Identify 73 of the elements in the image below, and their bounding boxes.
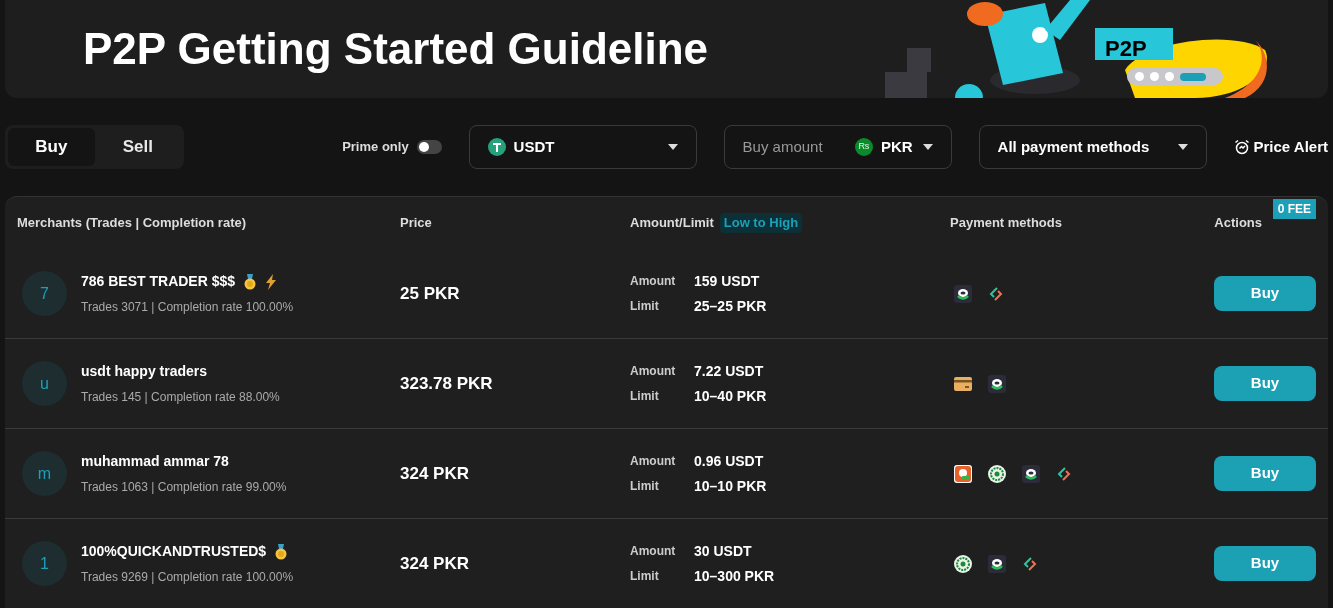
currency-symbol: Rs [854,138,873,156]
merchant-avatar: m [22,451,67,496]
amount-label: Amount [630,453,677,470]
merchant-stats: Trades 3071 | Completion rate 100.00% [81,299,294,316]
trade-type-tab[interactable]: Buy [8,128,95,166]
medal-icon [243,273,258,290]
coin-icon [487,138,506,156]
asset-value: USDT [513,136,556,157]
limit-value: 10–40 PKR [694,386,768,406]
currency-value: PKR [880,136,913,157]
limit-value: 25–25 PKR [694,296,768,316]
swirl-icon [988,285,1004,302]
column-header: Price [400,214,433,233]
lightning-icon [265,273,278,290]
payment-method-value: All payment methods [997,136,1151,157]
seal-icon [988,464,1006,483]
merchant-name[interactable]: 786 BEST TRADER $$$ [81,271,236,292]
banner-title: P2P Getting Started Guideline [83,23,709,75]
price-cell-text: 25 PKR [400,282,461,305]
bank-card-icon [954,376,972,391]
merchant-name[interactable]: usdt happy traders [81,361,208,382]
swirl-icon [1056,465,1072,482]
limit-value: 10–10 PKR [694,476,768,496]
wallet-app-icon [954,464,972,483]
merchant-name[interactable]: 100%QUICKANDTRUSTED$ [81,541,267,562]
seal-icon [954,554,972,573]
price-cell-text: 323.78 PKR [400,372,494,395]
ring-icon [988,374,1006,393]
merchant-stats: Trades 145 | Completion rate 88.00% [81,389,280,406]
caret-icon [1177,144,1188,150]
ring-icon [988,554,1006,573]
column-header: Actions [1214,214,1262,233]
column-header: Merchants (Trades | Completion rate) [17,214,248,233]
price-cell-text: 324 PKR [400,462,470,485]
ring-icon [1022,464,1040,483]
sort-order-toggle[interactable]: Low to High [719,213,803,233]
alarm-clock-icon [1233,139,1250,155]
merchant-stats: Trades 9269 | Completion rate 100.00% [81,569,294,586]
payment-method-dropdown[interactable]: All payment methods [978,125,1207,169]
limit-label: Limit [630,568,660,585]
limit-label: Limit [630,478,660,495]
amount-value: 7.22 USDT [694,361,765,381]
column-header: Amount/Limit [630,214,714,233]
merchant-avatar: 7 [22,271,67,316]
amount-label: Amount [630,543,677,560]
amount-label: Amount [630,363,677,380]
amount-field[interactable]: Buy amount Rs PKR [723,125,952,169]
merchant-name[interactable]: muhammad ammar 78 [81,451,229,472]
merchant-stats: Trades 1063 | Completion rate 99.00% [81,479,287,496]
merchant-avatar: u [22,361,67,406]
limit-label: Limit [630,388,660,405]
caret-icon [667,144,678,150]
prime-only-label: Prime only [342,138,409,157]
amount-value: 0.96 USDT [694,451,765,471]
banner-label: P2P [1105,35,1147,63]
limit-label: Limit [630,298,660,315]
fee-tag: 0 FEE [1272,199,1316,220]
swirl-icon [1022,555,1038,572]
limit-value: 10–300 PKR [694,566,776,586]
ring-icon [954,284,972,303]
column-header: Payment methods [950,214,1063,233]
medal-icon [274,543,289,560]
amount-input[interactable]: Buy amount [742,135,855,159]
price-cell-text: 324 PKR [400,552,470,575]
merchant-avatar: 1 [22,541,67,586]
amount-value: 30 USDT [694,541,753,561]
trade-type-tab[interactable]: Sell [94,128,182,166]
prime-only-toggle[interactable] [416,140,442,154]
caret-icon [922,144,933,150]
amount-value: 159 USDT [694,271,761,291]
price-alert-button[interactable]: Price Alert [1233,135,1328,159]
asset-dropdown[interactable]: USDT [468,125,697,169]
amount-label: Amount [630,273,677,290]
